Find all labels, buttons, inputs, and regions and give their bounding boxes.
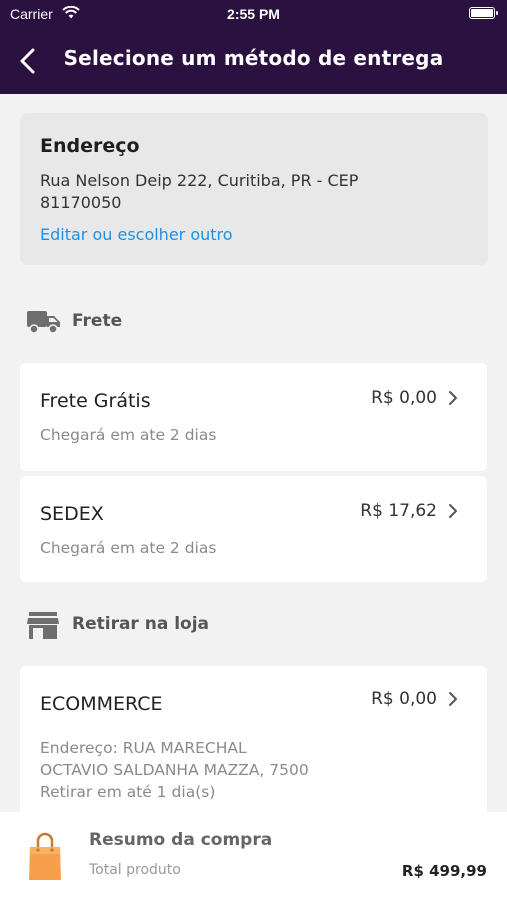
address-card: Endereço Rua Nelson Deip 222, Curitiba, … (20, 113, 488, 265)
status-time: 2:55 PM (227, 6, 280, 22)
chevron-right-icon (449, 504, 457, 518)
summary-total-value: R$ 499,99 (401, 862, 487, 880)
option-name: SEDEX (40, 503, 104, 525)
battery-icon (469, 7, 498, 19)
pickup-section-label: Retirar na loja (72, 614, 210, 634)
address-title: Endereço (40, 135, 140, 157)
option-price: R$ 17,62 (360, 501, 437, 521)
page-title: Selecione um método de entrega (63, 46, 444, 70)
pickup-option-ecommerce[interactable]: ECOMMERCE Endereço: RUA MARECHAL OCTAVIO… (20, 666, 487, 826)
edit-address-link[interactable]: Editar ou escolher outro (40, 225, 233, 244)
shipping-option-frete-gratis[interactable]: Frete Grátis Chegará em ate 2 dias R$ 0,… (20, 363, 487, 471)
option-delivery-time: Chegará em ate 2 dias (40, 539, 217, 557)
store-icon (26, 611, 60, 645)
option-delivery-time: Chegará em ate 2 dias (40, 426, 217, 444)
shipping-option-sedex[interactable]: SEDEX Chegará em ate 2 dias R$ 17,62 (20, 476, 487, 582)
summary-total-label: Total produto (89, 862, 181, 878)
shopping-bag-icon (28, 832, 62, 886)
chevron-right-icon (449, 692, 457, 706)
option-name: ECOMMERCE (40, 693, 163, 715)
chevron-right-icon (449, 391, 457, 405)
pickup-time: Retirar em até 1 dia(s) (40, 783, 216, 801)
option-price: R$ 0,00 (371, 388, 437, 408)
summary-title: Resumo da compra (89, 830, 273, 850)
purchase-summary-bar[interactable]: Resumo da compra Total produto R$ 499,99 (0, 812, 507, 900)
option-name: Frete Grátis (40, 390, 151, 412)
status-bar: Carrier 2:55 PM (0, 0, 507, 28)
option-price: R$ 0,00 (371, 689, 437, 709)
pickup-address-line: OCTAVIO SALDANHA MAZZA, 7500 (40, 761, 309, 779)
address-text: Rua Nelson Deip 222, Curitiba, PR - CEP … (40, 171, 359, 212)
navigation-header: Carrier 2:55 PM Selecione um método de e… (0, 0, 507, 94)
truck-icon (26, 308, 62, 340)
shipping-section-label: Frete (72, 311, 123, 331)
pickup-address-line: Endereço: RUA MARECHAL (40, 739, 247, 757)
